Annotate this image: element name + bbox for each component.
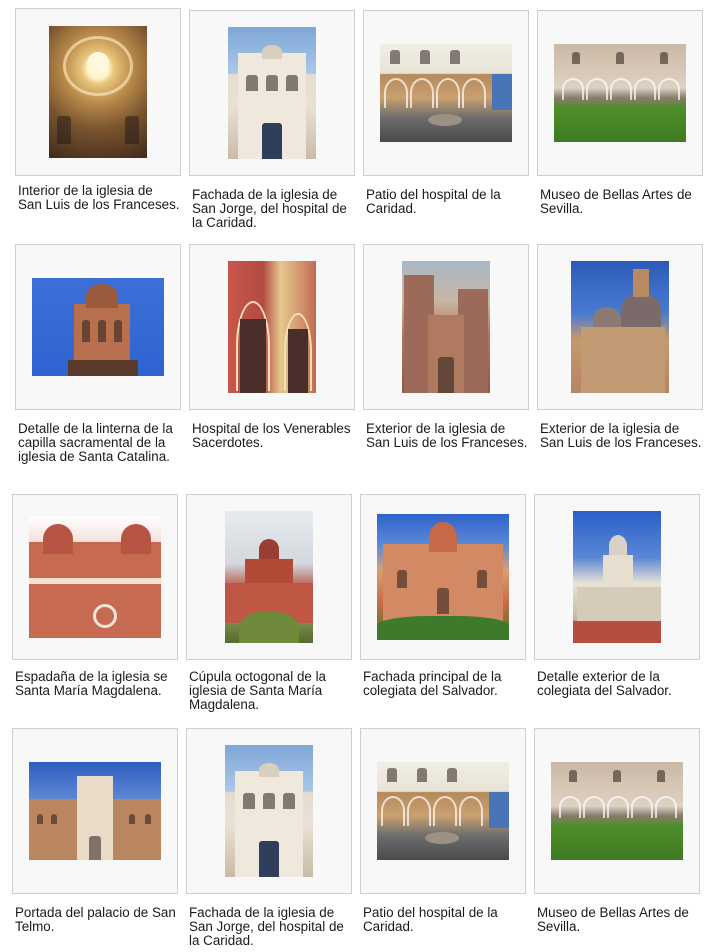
hospital-facade-photo[interactable] xyxy=(228,261,316,393)
image-caption: Espadaña de la iglesia se Santa María Ma… xyxy=(15,669,168,698)
belfry-photo[interactable] xyxy=(29,516,161,638)
thumbnail-frame[interactable] xyxy=(534,494,700,660)
patio-photo[interactable] xyxy=(380,44,512,142)
thumbnail-frame[interactable] xyxy=(363,244,529,410)
image-caption: Detalle exterior de la colegiata del Sal… xyxy=(537,669,672,698)
image-caption: Interior de la iglesia de San Luis de lo… xyxy=(18,183,180,212)
museum-courtyard-photo[interactable] xyxy=(551,762,683,860)
thumbnail-frame[interactable] xyxy=(189,244,355,410)
facade-photo[interactable] xyxy=(225,745,313,877)
thumbnail-frame[interactable] xyxy=(537,10,703,176)
image-caption: Fachada de la iglesia de San Jorge, del … xyxy=(189,905,344,948)
image-caption: Cúpula octogonal de la iglesia de Santa … xyxy=(189,669,326,712)
image-caption: Patio del hospital de la Caridad. xyxy=(363,905,498,934)
octagonal-dome-photo[interactable] xyxy=(225,511,313,643)
image-gallery: Interior de la iglesia de San Luis de lo… xyxy=(0,0,724,952)
thumbnail-frame[interactable] xyxy=(15,244,181,410)
church-domes-photo[interactable] xyxy=(571,261,669,393)
thumbnail-frame[interactable] xyxy=(189,10,355,176)
facade-photo[interactable] xyxy=(228,27,316,159)
image-caption: Museo de Bellas Artes de Sevilla. xyxy=(537,905,689,934)
patio-photo[interactable] xyxy=(377,762,509,860)
image-caption: Patio del hospital de la Caridad. xyxy=(366,187,501,216)
image-caption: Fachada principal de la colegiata del Sa… xyxy=(363,669,502,698)
lantern-photo[interactable] xyxy=(32,278,164,376)
thumbnail-frame[interactable] xyxy=(363,10,529,176)
interior-dome-photo[interactable] xyxy=(49,26,147,158)
church-exterior-photo[interactable] xyxy=(402,261,490,393)
image-caption: Exterior de la iglesia de San Luis de lo… xyxy=(366,421,528,450)
thumbnail-frame[interactable] xyxy=(186,494,352,660)
thumbnail-frame[interactable] xyxy=(186,728,352,894)
image-caption: Portada del palacio de San Telmo. xyxy=(15,905,176,934)
image-caption: Museo de Bellas Artes de Sevilla. xyxy=(540,187,692,216)
thumbnail-frame[interactable] xyxy=(12,494,178,660)
salvador-detail-photo[interactable] xyxy=(573,511,661,643)
museum-courtyard-photo[interactable] xyxy=(554,44,686,142)
image-caption: Exterior de la iglesia de San Luis de lo… xyxy=(540,421,702,450)
thumbnail-frame[interactable] xyxy=(360,728,526,894)
image-caption: Hospital de los Venerables Sacerdotes. xyxy=(192,421,351,450)
palace-portal-photo[interactable] xyxy=(29,762,161,860)
thumbnail-frame[interactable] xyxy=(534,728,700,894)
thumbnail-frame[interactable] xyxy=(12,728,178,894)
image-caption: Detalle de la linterna de la capilla sac… xyxy=(18,421,173,464)
salvador-facade-photo[interactable] xyxy=(377,514,509,640)
thumbnail-frame[interactable] xyxy=(537,244,703,410)
image-caption: Fachada de la iglesia de San Jorge, del … xyxy=(192,187,347,230)
thumbnail-frame[interactable] xyxy=(360,494,526,660)
thumbnail-frame[interactable] xyxy=(15,8,181,176)
